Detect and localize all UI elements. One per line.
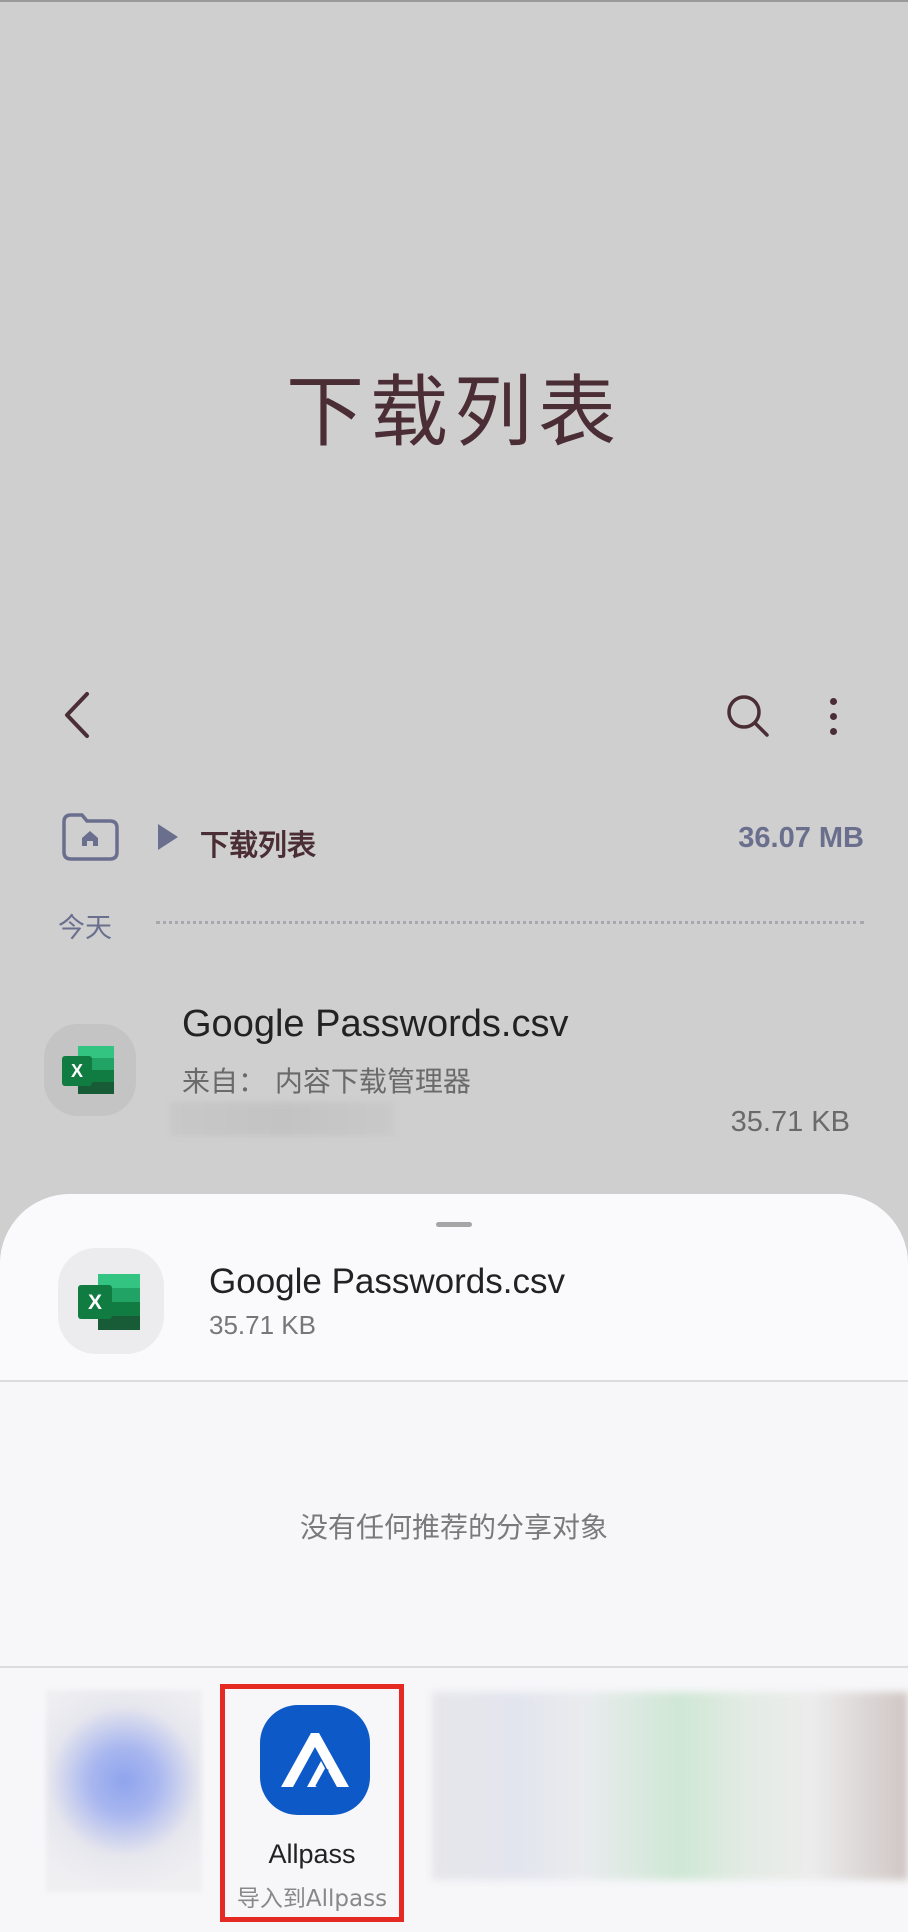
share-target-allpass[interactable]: Allpass 导入到Allpass (220, 1684, 404, 1922)
storage-size: 36.07 MB (738, 822, 864, 854)
svg-text:X: X (71, 1061, 83, 1081)
divider (0, 1380, 908, 1382)
file-name[interactable]: Google Passwords.csv (182, 1003, 569, 1046)
section-label: 今天 (58, 913, 112, 944)
path-arrow-icon (158, 824, 178, 850)
svg-text:X: X (88, 1291, 102, 1314)
file-size: 35.71 KB (730, 1106, 850, 1138)
excel-icon: X (62, 1046, 114, 1094)
share-file-name: Google Passwords.csv (209, 1262, 565, 1301)
divider (0, 1666, 908, 1668)
more-dot (829, 727, 837, 735)
share-file-size: 35.71 KB (209, 1310, 316, 1340)
chevron-left-icon (65, 692, 89, 738)
share-target-name: Allpass (268, 1839, 356, 1869)
more-dot (829, 697, 837, 705)
breadcrumb-current[interactable]: 下载列表 (200, 822, 316, 864)
back-button[interactable] (52, 690, 102, 740)
section-divider (156, 921, 864, 924)
blurred-app-targets[interactable] (432, 1692, 908, 1880)
blurred-app-target[interactable] (46, 1690, 202, 1892)
file-icon[interactable]: X (44, 1024, 136, 1116)
share-file-icon: X (58, 1248, 164, 1354)
no-recommendation-text: 没有任何推荐的分享对象 (299, 1511, 608, 1544)
search-button[interactable] (720, 688, 776, 744)
search-icon (727, 695, 769, 737)
home-folder-button[interactable] (60, 812, 120, 862)
share-sheet: X Google Passwords.csv 35.71 KB 没有任何推荐的分… (0, 1194, 908, 1932)
share-target-subtitle: 导入到Allpass (236, 1886, 388, 1912)
status-bar-edge (0, 0, 908, 2)
page-title: 下载列表 (285, 368, 622, 458)
more-dot (829, 712, 837, 720)
folder-home-icon (62, 813, 119, 861)
more-options-button[interactable] (808, 688, 858, 744)
excel-icon: X (78, 1274, 140, 1330)
allpass-icon (260, 1705, 370, 1815)
redacted-info (170, 1102, 394, 1136)
file-source: 来自： 内容下载管理器 (182, 1065, 471, 1098)
drag-handle[interactable] (436, 1222, 472, 1227)
